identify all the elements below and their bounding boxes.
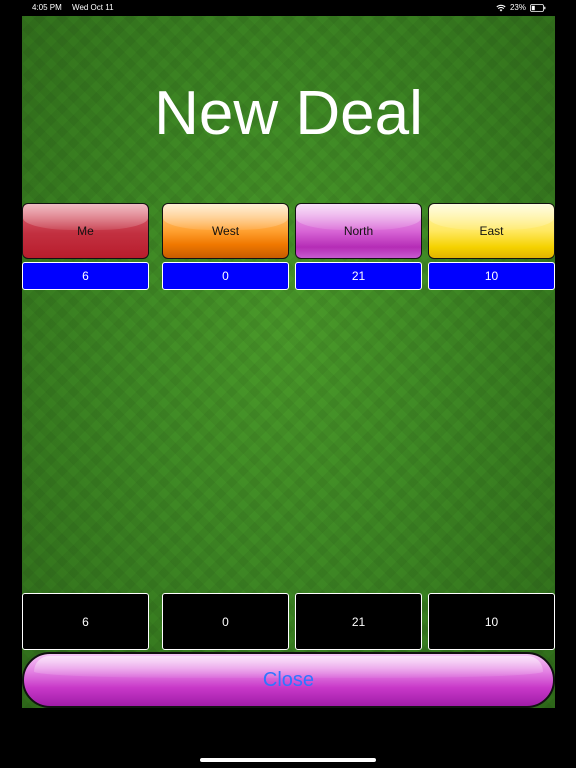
status-time: 4:05 PM <box>32 3 62 12</box>
close-button-label: Close <box>262 668 315 691</box>
player-east-button[interactable]: East <box>428 203 555 259</box>
total-east: 10 <box>428 593 555 650</box>
player-label: East <box>479 224 504 238</box>
player-west-button[interactable]: West <box>162 203 289 259</box>
score-east: 10 <box>428 262 555 290</box>
player-label: North <box>343 224 374 238</box>
total-north: 21 <box>295 593 422 650</box>
score-north: 21 <box>295 262 422 290</box>
status-bar: 4:05 PM Wed Oct 11 23% <box>0 0 576 16</box>
player-me-button[interactable]: Me <box>22 203 149 259</box>
player-label: West <box>211 224 240 238</box>
close-button[interactable]: Close <box>22 652 555 708</box>
score-west: 0 <box>162 262 289 290</box>
total-west: 0 <box>162 593 289 650</box>
status-left: 4:05 PM Wed Oct 11 <box>32 3 114 12</box>
page-title: New Deal <box>154 79 423 148</box>
status-date: Wed Oct 11 <box>72 3 114 12</box>
wifi-icon <box>496 4 506 11</box>
battery-icon <box>530 3 546 12</box>
home-indicator[interactable] <box>200 758 376 762</box>
status-right: 23% <box>496 3 546 12</box>
player-north-button[interactable]: North <box>295 203 422 259</box>
game-table: New Deal Me West North East 6 0 21 10 6 … <box>22 16 555 708</box>
player-label: Me <box>77 224 94 238</box>
total-me: 6 <box>22 593 149 650</box>
battery-percent: 23% <box>509 3 526 12</box>
score-me: 6 <box>22 262 149 290</box>
